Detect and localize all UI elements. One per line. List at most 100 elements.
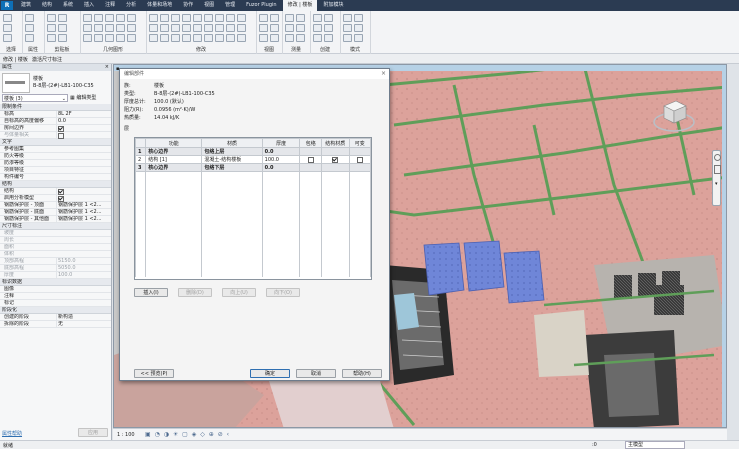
layer-cell-wrap[interactable] — [299, 163, 322, 172]
instance-selector[interactable]: 楼板 (3) ⌄ — [2, 94, 68, 102]
ribbon-tool-button[interactable] — [215, 14, 224, 22]
ribbon-tool-button[interactable] — [94, 34, 103, 42]
ribbon-tab[interactable]: 体量和场地 — [142, 0, 177, 11]
ribbon-tool-button[interactable] — [270, 14, 279, 22]
layer-cell-var[interactable] — [348, 155, 371, 164]
property-value[interactable]: 8L 2F — [56, 111, 111, 118]
layer-cell-thk[interactable]: 100.0 — [261, 155, 301, 164]
edit-type-button[interactable]: ▦ 编辑类型 — [70, 94, 110, 102]
steering-wheel-icon[interactable] — [714, 154, 721, 161]
layer-cell-struct[interactable] — [320, 147, 350, 156]
ribbon-tool-button[interactable] — [25, 34, 34, 42]
ok-button[interactable]: 确定 — [250, 369, 290, 378]
close-icon[interactable]: × — [381, 70, 386, 77]
ribbon-tool-button[interactable] — [47, 34, 56, 42]
properties-help-link[interactable]: 属性帮助 — [2, 430, 22, 437]
property-row[interactable]: 周长 — [0, 237, 111, 244]
layer-cell-struct[interactable] — [320, 163, 350, 172]
property-row[interactable]: 面积 — [0, 244, 111, 251]
ribbon-tool-button[interactable] — [204, 14, 213, 22]
ribbon-tool-button[interactable] — [116, 24, 125, 32]
ribbon-tool-button[interactable] — [226, 14, 235, 22]
ribbon-tab[interactable]: 建筑 — [16, 0, 36, 11]
ribbon-tab[interactable]: 附加模块 — [318, 0, 348, 11]
ribbon-tool-button[interactable] — [215, 34, 224, 42]
property-row[interactable]: 自标高的高度偏移 0.0 — [0, 118, 111, 125]
ribbon-tool-button[interactable] — [324, 14, 333, 22]
ribbon-tool-button[interactable] — [285, 24, 294, 32]
ribbon-tool-button[interactable] — [270, 34, 279, 42]
layer-cell-func[interactable]: 核心边界 — [145, 163, 203, 172]
ribbon-tool-button[interactable] — [149, 34, 158, 42]
property-value[interactable]: 0.0 — [56, 118, 111, 125]
ribbon-tool-button[interactable] — [182, 14, 191, 22]
ribbon-tool-button[interactable] — [204, 34, 213, 42]
property-row[interactable]: 与体量相关 — [0, 132, 111, 140]
property-value[interactable]: 100.0 — [56, 272, 111, 279]
property-value[interactable] — [56, 132, 111, 140]
ribbon-tool-button[interactable] — [182, 24, 191, 32]
preview-button[interactable]: << 预览(P) — [134, 369, 174, 378]
property-row[interactable]: 防火等级 — [0, 153, 111, 160]
property-row[interactable]: 拆除的阶段 无 — [0, 321, 111, 328]
ribbon-tool-button[interactable] — [182, 34, 191, 42]
column-header[interactable]: 结构材质 — [320, 138, 350, 148]
ribbon-tool-button[interactable] — [193, 24, 202, 32]
property-row[interactable]: 创建的阶段 新构造 — [0, 314, 111, 321]
layer-cell-struct[interactable] — [320, 155, 350, 164]
ribbon-tool-button[interactable] — [237, 34, 246, 42]
ribbon-tool-button[interactable] — [226, 34, 235, 42]
ribbon-tool-button[interactable] — [259, 24, 268, 32]
property-row[interactable]: 底部高程 5050.0 — [0, 265, 111, 272]
property-row[interactable]: 参考图集 — [0, 146, 111, 153]
ribbon-tool-button[interactable] — [313, 24, 322, 32]
layer-cell-thk[interactable]: 0.0 — [261, 147, 301, 156]
ribbon-tool-button[interactable] — [3, 24, 12, 32]
ribbon-tab[interactable]: 系统 — [58, 0, 78, 11]
section-structure[interactable]: 结构 — [0, 181, 111, 188]
layer-cell-func[interactable]: 结构 [1] — [145, 155, 203, 164]
layer-cell-n[interactable]: 3 — [134, 163, 147, 172]
ribbon-tool-button[interactable] — [324, 24, 333, 32]
move-down-button[interactable]: 向下(O) — [266, 288, 300, 297]
ribbon-tool-button[interactable] — [160, 24, 169, 32]
ribbon-tool-button[interactable] — [204, 24, 213, 32]
property-row[interactable]: 构件编号 — [0, 174, 111, 181]
ribbon-tool-button[interactable] — [296, 24, 305, 32]
ribbon-tool-button[interactable] — [83, 24, 92, 32]
ribbon-tab[interactable]: 分析 — [121, 0, 141, 11]
activate-dimensions-label[interactable]: 激活尺寸标注 — [32, 56, 62, 63]
checkbox[interactable] — [58, 133, 64, 139]
section-text[interactable]: 文字 — [0, 139, 111, 146]
ribbon-tool-button[interactable] — [94, 24, 103, 32]
ribbon-tool-button[interactable] — [215, 24, 224, 32]
ribbon-tab[interactable]: 注释 — [100, 0, 120, 11]
layer-row[interactable]: 1 核心边界 包络上层 0.0 — [134, 147, 371, 156]
property-value[interactable]: 5150.0 — [56, 258, 111, 265]
property-row[interactable]: 厚度 100.0 — [0, 272, 111, 279]
ribbon-tool-button[interactable] — [3, 34, 12, 42]
layer-cell-mat[interactable]: 包络下层 — [201, 163, 263, 172]
column-header[interactable] — [134, 138, 147, 148]
ribbon-tool-button[interactable] — [83, 34, 92, 42]
type-name[interactable]: B-8层-(2#)-LB1-100-C35 — [33, 82, 94, 89]
ribbon-tool-button[interactable] — [25, 14, 34, 22]
property-row[interactable]: 注释 — [0, 293, 111, 300]
column-header[interactable]: 功能 — [145, 138, 203, 148]
layer-cell-mat[interactable]: 混凝土-结构楼板 — [201, 155, 263, 164]
property-value[interactable]: 新构造 — [56, 314, 111, 321]
ribbon-tool-button[interactable] — [193, 34, 202, 42]
layer-cell-n[interactable]: 1 — [134, 147, 147, 156]
ribbon-tool-button[interactable] — [58, 14, 67, 22]
ribbon-tab[interactable]: 管理 — [220, 0, 240, 11]
ribbon-tool-button[interactable] — [343, 14, 352, 22]
ribbon-tool-button[interactable] — [3, 14, 12, 22]
checkbox[interactable] — [307, 157, 314, 163]
ribbon-tab[interactable]: 协作 — [178, 0, 198, 11]
ribbon-tool-button[interactable] — [226, 24, 235, 32]
ribbon-tool-button[interactable] — [47, 14, 56, 22]
ribbon-tab[interactable]: 视图 — [199, 0, 219, 11]
delete-button[interactable]: 删除(D) — [178, 288, 212, 297]
ribbon-tool-button[interactable] — [58, 34, 67, 42]
ribbon-tool-button[interactable] — [270, 24, 279, 32]
